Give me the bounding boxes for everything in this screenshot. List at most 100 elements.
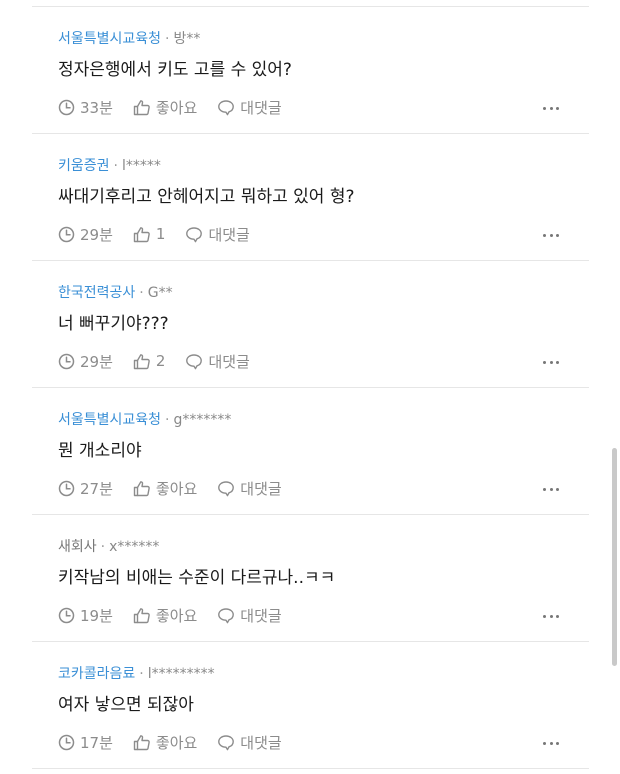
like-button[interactable]: 2 <box>133 352 166 370</box>
reply-label: 대댓글 <box>240 606 282 625</box>
company-name[interactable]: 한국전력공사 <box>58 285 135 301</box>
time-info: 19분 <box>58 605 113 626</box>
time-label: 29분 <box>80 352 113 371</box>
comment-actions: 33분 좋아요 대댓글 <box>58 95 302 119</box>
more-dot <box>549 741 553 745</box>
more-dot <box>549 233 553 237</box>
like-label: 좋아요 <box>155 733 198 752</box>
comment-text: 싸대기후리고 안헤어지고 뭐하고 있어 형? <box>58 187 355 207</box>
company-name[interactable]: 코카콜라음료 <box>58 666 135 682</box>
more-dot <box>543 614 546 618</box>
comment-meta: 코카콜라음료 · l********* <box>58 664 215 684</box>
time-info: 33분 <box>58 97 113 118</box>
speech-bubble-icon <box>218 734 235 750</box>
reply-label: 대댓글 <box>208 352 250 371</box>
more-dot <box>543 487 546 491</box>
company-name[interactable]: 새회사 <box>58 539 97 555</box>
scrollbar[interactable] <box>612 448 617 666</box>
company-name[interactable]: 서울특별시교육청 <box>58 31 161 47</box>
time-info: 27분 <box>58 478 113 499</box>
reply-label: 대댓글 <box>240 98 282 117</box>
more-options-icon[interactable] <box>543 609 559 623</box>
comment-item: 서울특별시교육청 · g******* 뭔 개소리야 27분 좋아요 대댓글 <box>32 388 589 515</box>
user-name: x****** <box>109 539 160 555</box>
speech-bubble-icon <box>218 99 235 115</box>
more-options-icon[interactable] <box>543 355 559 369</box>
like-button[interactable]: 좋아요 <box>133 478 197 499</box>
comment-meta: 서울특별시교육청 · g******* <box>58 410 231 430</box>
comment-item: 코카콜라음료 · l********* 여자 낳으면 되잖아 17분 좋아요 대… <box>32 642 589 769</box>
reply-button[interactable]: 대댓글 <box>217 97 282 118</box>
comment-actions: 29분 1 대댓글 <box>58 222 270 246</box>
company-name[interactable]: 서울특별시교육청 <box>58 412 161 428</box>
reply-button[interactable]: 대댓글 <box>217 478 282 499</box>
more-options-icon[interactable] <box>543 101 559 115</box>
user-name: l***** <box>121 158 161 174</box>
comment-text: 여자 낳으면 되잖아 <box>58 695 194 715</box>
clock-icon <box>58 353 75 369</box>
time-info: 17분 <box>58 732 113 753</box>
comment-actions: 29분 2 대댓글 <box>58 349 270 373</box>
more-dot <box>556 741 559 745</box>
thumbs-up-icon <box>133 353 150 369</box>
comment-actions: 27분 좋아요 대댓글 <box>58 476 302 500</box>
like-label: 1 <box>155 225 166 243</box>
separator-dot: · <box>100 539 106 555</box>
reply-button[interactable]: 대댓글 <box>185 351 250 372</box>
comment-text: 뭔 개소리야 <box>58 441 142 461</box>
separator-dot: · <box>165 31 170 47</box>
time-label: 33분 <box>80 98 113 117</box>
comment-meta: 한국전력공사 · G** <box>58 283 173 303</box>
speech-bubble-icon <box>218 480 235 496</box>
separator-dot: · <box>139 666 144 682</box>
user-name: g******* <box>173 412 232 428</box>
like-button[interactable]: 1 <box>133 225 166 243</box>
like-label: 2 <box>155 352 166 370</box>
more-dot <box>543 741 546 745</box>
more-options-icon[interactable] <box>543 228 559 242</box>
comment-item: 서울특별시교육청 · 방** 정자은행에서 키도 고를 수 있어? 33분 좋아요 <box>32 7 589 134</box>
more-options-icon[interactable] <box>543 736 559 750</box>
separator-dot: · <box>113 158 118 174</box>
reply-label: 대댓글 <box>240 479 282 498</box>
comment-text: 키작남의 비애는 수준이 다르규나..ㅋㅋ <box>58 568 336 588</box>
comment-item: 한국전력공사 · G** 너 뻐꾸기야??? 29분 2 대댓글 <box>32 261 589 388</box>
separator-dot: · <box>165 412 170 428</box>
comment-meta: 서울특별시교육청 · 방** <box>58 29 200 49</box>
like-button[interactable]: 좋아요 <box>133 605 197 626</box>
speech-bubble-icon <box>218 607 235 623</box>
reply-button[interactable]: 대댓글 <box>217 605 282 626</box>
time-label: 29분 <box>80 225 113 244</box>
like-label: 좋아요 <box>155 606 198 625</box>
time-info: 29분 <box>58 224 113 245</box>
more-dot <box>543 360 546 364</box>
time-info: 29분 <box>58 351 113 372</box>
more-dot <box>556 360 559 364</box>
like-label: 좋아요 <box>155 479 198 498</box>
like-button[interactable]: 좋아요 <box>133 732 197 753</box>
more-options-icon[interactable] <box>543 482 559 496</box>
reply-button[interactable]: 대댓글 <box>217 732 282 753</box>
user-name: l********* <box>147 666 215 682</box>
thumbs-up-icon <box>133 226 150 242</box>
comment-meta: 키움증권 · l***** <box>58 156 161 176</box>
more-dot <box>549 106 553 110</box>
comment-text: 너 뻐꾸기야??? <box>58 314 169 334</box>
like-button[interactable]: 좋아요 <box>133 97 197 118</box>
user-name: G** <box>147 285 173 301</box>
speech-bubble-icon <box>186 226 203 242</box>
more-dot <box>549 487 553 491</box>
reply-label: 대댓글 <box>240 733 282 752</box>
clock-icon <box>58 734 75 750</box>
like-label: 좋아요 <box>155 98 198 117</box>
company-name[interactable]: 키움증권 <box>58 158 110 174</box>
more-dot <box>556 487 559 491</box>
reply-button[interactable]: 대댓글 <box>185 224 250 245</box>
more-dot <box>556 106 559 110</box>
clock-icon <box>58 480 75 496</box>
user-name: 방** <box>173 31 201 47</box>
more-dot <box>556 614 559 618</box>
comment-item: 새회사 · x****** 키작남의 비애는 수준이 다르규나..ㅋㅋ 19분 좋아… <box>32 515 589 642</box>
clock-icon <box>58 607 75 623</box>
comment-actions: 17분 좋아요 대댓글 <box>58 730 302 754</box>
